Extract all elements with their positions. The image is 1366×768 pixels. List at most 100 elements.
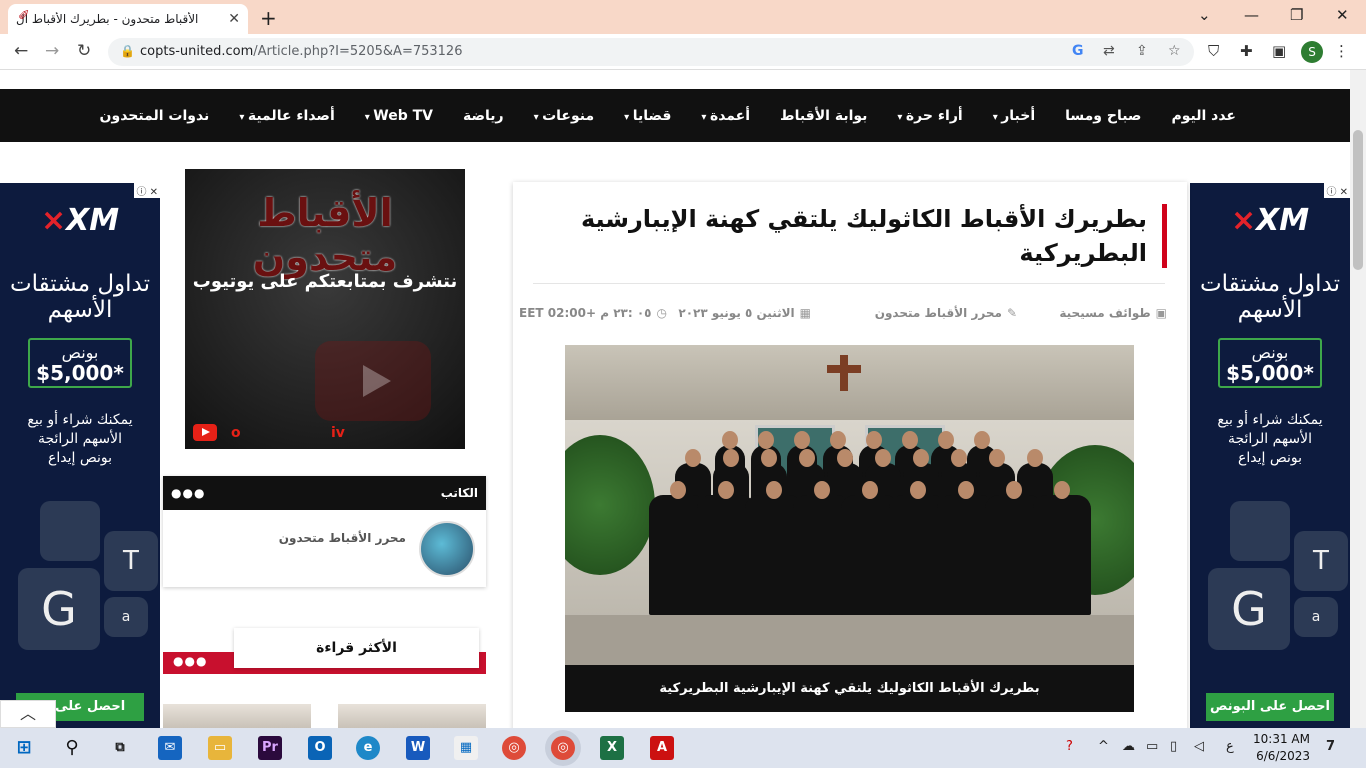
edge-icon[interactable]: e [356, 736, 380, 760]
priest-face [913, 449, 929, 467]
google-icon[interactable]: G [1072, 43, 1084, 59]
bookmark-star-icon[interactable]: ☆ [1168, 43, 1181, 59]
outlook-icon[interactable]: O [308, 736, 332, 760]
ad-bonus-amount: $5,000* [36, 361, 124, 385]
address-bar[interactable]: 🔒 copts-united.com/Article.php?I=5205&A=… [108, 38, 1194, 66]
priest-face [761, 449, 777, 467]
most-read-thumbnail[interactable] [338, 704, 486, 728]
premiere-icon[interactable]: Pr [258, 736, 282, 760]
writer-name[interactable]: محرر الأقباط متحدون [279, 531, 406, 545]
store-icon[interactable]: ▦ [454, 736, 478, 760]
tesla-icon: T [1294, 531, 1348, 591]
youtube-promo[interactable]: الأقباط متحدون نتشرف بمتابعتكم على يوتيو… [185, 169, 465, 449]
shield-extension-icon[interactable]: ⛉ [1208, 42, 1219, 60]
restore-icon[interactable]: ❐ [1290, 6, 1303, 24]
article-time: ◷ ٠٥ :٢٣ م +02:00 EET [519, 306, 667, 320]
left-ad-banner[interactable]: ⓘ ✕ ⨯XM تداول مشتقات الأسهم بونص $5,000*… [0, 183, 160, 728]
tesla-icon: T [104, 531, 158, 591]
start-icon[interactable]: ⊞ [12, 736, 36, 760]
xm-logo: ⨯XM [40, 203, 120, 238]
nav-item[interactable]: أعمدة [701, 108, 750, 124]
help-icon[interactable]: ? [1066, 739, 1073, 754]
nav-item[interactable]: صباح ومسا [1065, 108, 1141, 124]
folder-icon: ▣ [1155, 306, 1167, 320]
play-icon[interactable] [315, 341, 431, 421]
article-card: بطريرك الأقباط الكاثوليك يلتقي كهنة الإي… [513, 182, 1187, 728]
mail-icon[interactable]: ✉ [158, 736, 182, 760]
reload-icon[interactable]: ↻ [77, 41, 91, 61]
url-text[interactable]: copts-united.com/Article.php?I=5205&A=75… [140, 44, 462, 59]
notification-badge[interactable]: 7 [1326, 739, 1335, 754]
amazon-icon: a [1294, 597, 1338, 637]
lock-icon[interactable]: 🔒 [120, 44, 135, 58]
priest-face [875, 449, 891, 467]
priest-face [989, 449, 1005, 467]
nav-item[interactable]: منوعات [534, 108, 594, 124]
nav-item[interactable]: قضايا [624, 108, 672, 124]
volume-icon[interactable]: ◁ [1194, 739, 1204, 754]
tab-title: الأقباط متحدون - بطريرك الأقباط ال [16, 12, 199, 26]
task-view-icon[interactable]: ⧉ [108, 736, 132, 760]
browser-tab[interactable]: ✕ الأقباط متحدون - بطريرك الأقباط ال [8, 4, 248, 34]
most-read-dots: ●●● [173, 654, 208, 668]
article-photo[interactable] [565, 345, 1134, 665]
chevron-up-icon[interactable]: ^ [1098, 739, 1109, 754]
nav-item[interactable]: بوابة الأقباط [780, 108, 867, 124]
side-panel-icon[interactable]: ▣ [1272, 42, 1286, 60]
minimize-icon[interactable]: — [1244, 6, 1259, 24]
page-scrollbar[interactable] [1350, 70, 1366, 728]
ad-headline: تداول مشتقات الأسهم [1199, 271, 1341, 323]
ad-subtext: يمكنك شراء أو بيع الأسهم الرائجة بونص إي… [0, 411, 160, 468]
priest-figure [1033, 495, 1091, 615]
cloud-icon[interactable]: ☁ [1122, 739, 1135, 754]
nav-item[interactable]: Web TV [365, 108, 433, 124]
right-ad-banner[interactable]: ⓘ ✕ ⨯XM تداول مشتقات الأسهم بونص $5,000*… [1190, 183, 1350, 728]
ad-bonus-box: بونص $5,000* [1218, 338, 1322, 388]
windows-taskbar: ⊞ ⚲ ⧉ ✉ ▭ Pr O e W ▦ ◎ ◎ X A ? ^ ☁ ▭ ▯ ◁… [0, 728, 1366, 768]
nav-item[interactable]: رياضة [463, 108, 504, 124]
tab-search-icon[interactable]: ⌄ [1198, 6, 1211, 24]
close-window-icon[interactable]: ✕ [1336, 6, 1349, 24]
scroll-to-top-button[interactable]: ︿ [0, 700, 56, 728]
acrobat-icon[interactable]: A [650, 736, 674, 760]
writer-avatar[interactable] [419, 521, 475, 577]
priest-face [1054, 481, 1070, 499]
word-icon[interactable]: W [406, 736, 430, 760]
nav-item[interactable]: أصداء عالمية [239, 108, 335, 124]
battery-icon[interactable]: ▯ [1170, 739, 1177, 754]
web-page: عدد اليوم صباح ومسا أخبار أراء حرة بوابة… [0, 70, 1350, 728]
priest-face [794, 431, 810, 449]
network-icon[interactable]: ▭ [1146, 739, 1158, 754]
nav-item[interactable]: أراء حرة [897, 108, 963, 124]
scrollbar-thumb[interactable] [1353, 130, 1363, 270]
system-clock[interactable]: 10:31 AM 6/6/2023 [1248, 731, 1310, 765]
file-explorer-icon[interactable]: ▭ [208, 736, 232, 760]
profile-avatar[interactable]: S [1301, 41, 1323, 63]
nav-item[interactable]: أخبار [993, 108, 1035, 124]
ad-cta-button[interactable]: احصل على البونص [1206, 693, 1334, 721]
share-icon[interactable]: ⇪ [1136, 43, 1148, 59]
ad-close-icon[interactable]: ⓘ ✕ [134, 183, 160, 198]
browser-tab-strip: ✕ الأقباط متحدون - بطريرك الأقباط ال ✐ +… [0, 0, 1366, 34]
ad-close-icon[interactable]: ⓘ ✕ [1324, 183, 1350, 198]
translate-icon[interactable]: ⇄ [1103, 43, 1115, 59]
writer-box: ●●● الكاتب محرر الأقباط متحدون [163, 476, 486, 587]
nav-item[interactable]: عدد اليوم [1171, 108, 1236, 124]
menu-kebab-icon[interactable]: ⋮ [1334, 42, 1349, 60]
article-category[interactable]: ▣ طوائف مسيحية [1059, 306, 1167, 320]
forward-icon[interactable]: → [45, 41, 59, 61]
extensions-puzzle-icon[interactable]: ✚ [1240, 42, 1253, 60]
article-author[interactable]: ✎ محرر الأقباط متحدون [875, 306, 1017, 320]
search-icon[interactable]: ⚲ [60, 736, 84, 760]
input-language[interactable]: ع [1226, 739, 1234, 754]
clock-date: 6/6/2023 [1256, 749, 1310, 763]
close-tab-icon[interactable]: ✕ [228, 11, 240, 27]
chrome-active-icon[interactable]: ◎ [551, 736, 575, 760]
back-icon[interactable]: ← [14, 41, 28, 61]
ad-sub-line: يمكنك شراء أو بيع [1217, 412, 1323, 428]
most-read-thumbnail[interactable] [163, 704, 311, 728]
excel-icon[interactable]: X [600, 736, 624, 760]
chrome-icon[interactable]: ◎ [502, 736, 526, 760]
nav-item[interactable]: ندوات المتحدون [100, 108, 210, 124]
new-tab-icon[interactable]: + [260, 6, 277, 30]
